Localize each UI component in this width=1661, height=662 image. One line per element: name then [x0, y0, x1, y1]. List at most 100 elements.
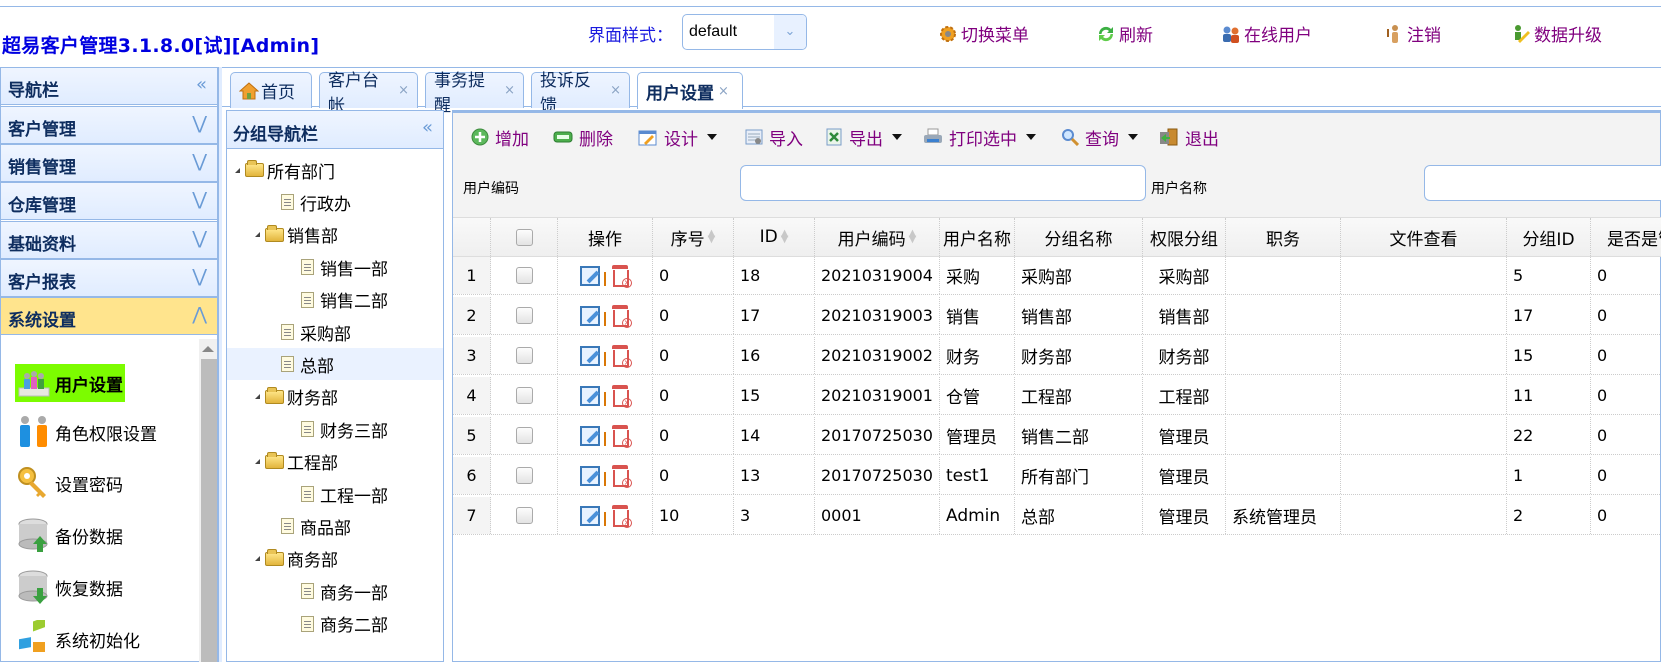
import-button[interactable]: 导入 — [745, 123, 803, 151]
chevron-down-icon[interactable]: ⌄ — [774, 15, 806, 49]
nav-scrollbar[interactable] — [199, 339, 217, 662]
tree-node[interactable]: 销售一部 — [227, 251, 443, 283]
table-row[interactable]: 5 × 0 14 20170725030 管理员 销售二部 管理员 22 0 — [453, 417, 1661, 455]
dropdown-arrow-icon[interactable] — [892, 134, 902, 140]
edit-icon[interactable] — [580, 505, 600, 526]
refresh-link[interactable]: 刷新 — [1095, 21, 1153, 46]
scroll-up-icon[interactable] — [202, 346, 214, 352]
col-permission-group[interactable]: 权限分组 — [1143, 218, 1226, 256]
nav-item-restore-data[interactable]: 恢复数据 — [15, 568, 123, 606]
tree-node[interactable]: 销售部 — [227, 219, 443, 251]
tab-reminders[interactable]: 事务提醒 × — [425, 71, 524, 116]
delete-icon[interactable]: × — [610, 384, 632, 408]
col-is-admin[interactable]: 是否是管 — [1591, 218, 1661, 256]
row-checkbox[interactable] — [515, 307, 533, 324]
col-user-code[interactable]: 用户编码 ▲ ▼ — [815, 218, 940, 256]
table-row[interactable]: 7 × 10 3 0001 Admin 总部 管理员 系统管理员 2 0 — [453, 497, 1661, 535]
close-icon[interactable]: × — [398, 83, 409, 98]
tree-node[interactable]: 工程一部 — [227, 478, 443, 510]
nav-section-customer[interactable]: 客户管理 ⋁ — [1, 106, 217, 144]
nav-item-system-init[interactable]: 系统初始化 — [15, 617, 140, 658]
edit-icon[interactable] — [580, 265, 600, 286]
switch-menu-link[interactable]: 切换菜单 — [937, 21, 1029, 46]
table-row[interactable]: 6 × 0 13 20170725030 test1 所有部门 管理员 1 0 — [453, 457, 1661, 495]
delete-icon[interactable]: × — [610, 304, 632, 328]
col-group-id[interactable]: 分组ID — [1507, 218, 1591, 256]
expand-toggle-icon[interactable] — [255, 556, 260, 562]
sort-icon[interactable]: ▲ ▼ — [781, 229, 789, 245]
edit-icon[interactable] — [580, 385, 600, 406]
expand-toggle-icon[interactable] — [255, 394, 260, 400]
data-upgrade-link[interactable]: 数据升级 — [1510, 21, 1602, 46]
expand-toggle-icon[interactable] — [255, 459, 260, 465]
edit-icon[interactable] — [580, 345, 600, 366]
nav-section-reports[interactable]: 客户报表 ⋁ — [1, 259, 217, 297]
logout-link[interactable]: 注销 — [1383, 21, 1441, 46]
table-row[interactable]: 1 × 0 18 20210319004 采购 采购部 采购部 5 0 — [453, 257, 1661, 295]
col-group-name[interactable]: 分组名称 — [1015, 218, 1143, 256]
edit-icon[interactable] — [580, 305, 600, 326]
tab-user-settings[interactable]: 用户设置 × — [637, 72, 743, 109]
col-file-view[interactable]: 文件查看 — [1341, 218, 1507, 256]
tree-node[interactable]: 所有部门 — [227, 154, 443, 186]
nav-section-sales[interactable]: 销售管理 ⋁ — [1, 144, 217, 182]
sort-icon[interactable]: ▲ ▼ — [909, 229, 917, 245]
select-all-checkbox[interactable] — [515, 228, 533, 246]
query-button[interactable]: 查询 — [1061, 123, 1138, 151]
user-name-input[interactable] — [1424, 165, 1661, 201]
export-button[interactable]: 导出 — [825, 123, 902, 151]
close-icon[interactable]: × — [504, 83, 515, 98]
nav-section-basic[interactable]: 基础资料 ⋁ — [1, 221, 217, 259]
close-icon[interactable]: × — [718, 84, 729, 99]
delete-icon[interactable]: × — [610, 504, 632, 528]
delete-icon[interactable]: × — [610, 264, 632, 288]
expand-toggle-icon[interactable] — [235, 167, 240, 173]
tree-node[interactable]: 商务二部 — [227, 608, 443, 640]
online-users-link[interactable]: 在线用户 — [1220, 21, 1312, 46]
tree-node[interactable]: 商务部 — [227, 543, 443, 575]
edit-icon[interactable] — [580, 465, 600, 486]
tree-node[interactable]: 工程部 — [227, 446, 443, 478]
close-icon[interactable]: × — [610, 83, 621, 98]
col-job-title[interactable]: 职务 — [1226, 218, 1341, 256]
tab-home[interactable]: 首页 — [230, 72, 312, 108]
dropdown-arrow-icon[interactable] — [707, 134, 717, 140]
tree-node[interactable]: 财务三部 — [227, 413, 443, 445]
edit-icon[interactable] — [580, 425, 600, 446]
tree-node[interactable]: 采购部 — [227, 316, 443, 348]
design-button[interactable]: 设计 — [638, 123, 717, 151]
collapse-left-icon[interactable]: « — [422, 117, 433, 138]
tree-node[interactable]: 总部 — [227, 348, 443, 381]
theme-select[interactable]: default ⌄ — [682, 14, 807, 50]
row-checkbox[interactable] — [515, 387, 533, 404]
col-user-name[interactable]: 用户名称 — [940, 218, 1015, 256]
row-checkbox[interactable] — [515, 507, 533, 524]
tab-customer-ledger[interactable]: 客户台帐 × — [319, 71, 418, 116]
delete-button[interactable]: 删除 — [553, 123, 613, 151]
nav-item-user-settings[interactable]: 用户设置 — [15, 364, 125, 402]
row-checkbox[interactable] — [515, 267, 533, 284]
expand-toggle-icon[interactable] — [255, 232, 260, 238]
col-id[interactable]: ID ▲ ▼ — [734, 218, 815, 256]
delete-icon[interactable]: × — [610, 344, 632, 368]
tab-complaints[interactable]: 投诉反馈 × — [531, 71, 630, 116]
tree-node[interactable]: 销售二部 — [227, 284, 443, 316]
nav-section-warehouse[interactable]: 仓库管理 ⋁ — [1, 182, 217, 220]
table-row[interactable]: 3 × 0 16 20210319002 财务 财务部 财务部 15 0 — [453, 337, 1661, 375]
nav-section-system[interactable]: 系统设置 ⋀ — [1, 297, 217, 335]
tree-node[interactable]: 财务部 — [227, 381, 443, 413]
collapse-left-icon[interactable]: « — [196, 74, 207, 95]
row-checkbox[interactable] — [515, 347, 533, 364]
exit-button[interactable]: 退出 — [1159, 123, 1219, 151]
delete-icon[interactable]: × — [610, 424, 632, 448]
add-button[interactable]: 增加 — [471, 123, 529, 151]
tree-node[interactable]: 商务一部 — [227, 575, 443, 607]
splitter[interactable] — [218, 67, 222, 662]
nav-item-backup-data[interactable]: 备份数据 — [15, 516, 123, 554]
print-selected-button[interactable]: 打印选中 — [923, 123, 1036, 151]
tree-node[interactable]: 行政办 — [227, 186, 443, 218]
dropdown-arrow-icon[interactable] — [1128, 134, 1138, 140]
row-checkbox[interactable] — [515, 427, 533, 444]
row-checkbox[interactable] — [515, 467, 533, 484]
tree-node[interactable]: 商品部 — [227, 510, 443, 542]
